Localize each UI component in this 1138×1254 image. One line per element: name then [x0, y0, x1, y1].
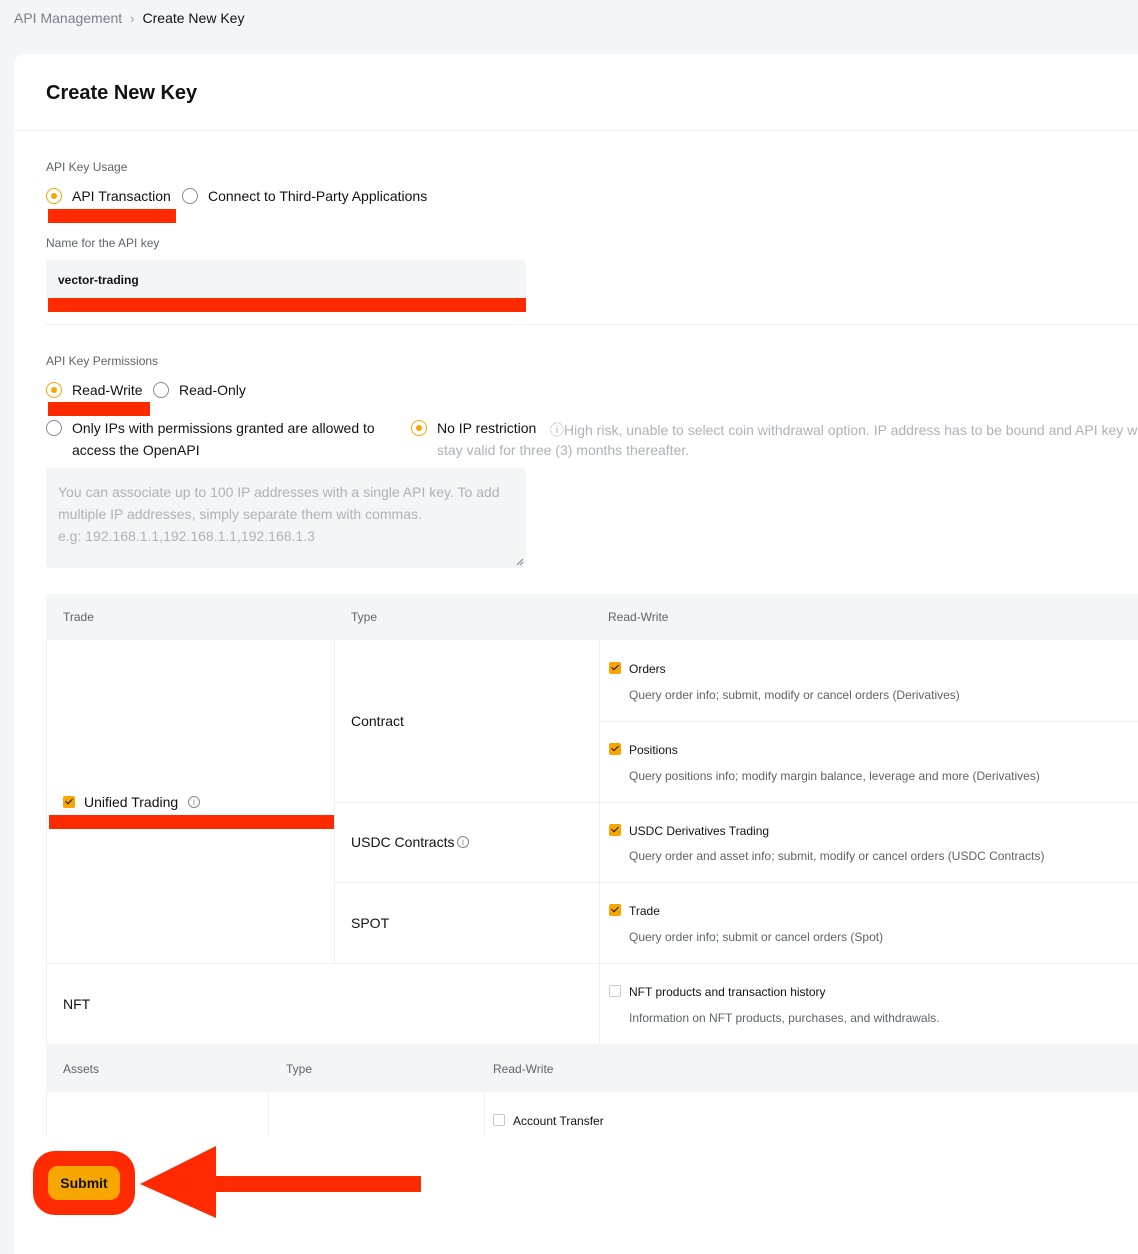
- ip-warning-text-line2: stay valid for three (3) months thereaft…: [437, 442, 690, 458]
- divider: [334, 802, 1138, 803]
- positions-title: Positions: [629, 743, 678, 757]
- type-contract: Contract: [351, 713, 404, 729]
- api-key-name-field[interactable]: [46, 260, 526, 302]
- orders-title: Orders: [629, 662, 666, 676]
- header-assets-type: Type: [286, 1062, 313, 1076]
- divider: [599, 640, 600, 1044]
- ip-restricted-label-line2[interactable]: access the OpenAPI: [72, 442, 200, 458]
- breadcrumb-current: Create New Key: [142, 10, 245, 26]
- orders-desc: Query order info; submit, modify or canc…: [629, 688, 960, 702]
- nft-desc: Information on NFT products, purchases, …: [629, 1011, 940, 1025]
- radio-read-write[interactable]: [46, 382, 62, 398]
- permissions-label: API Key Permissions: [46, 354, 159, 368]
- chevron-right-icon: ›: [130, 10, 135, 26]
- usdc-trading-checkbox[interactable]: [609, 824, 621, 836]
- divider: [268, 1092, 269, 1136]
- account-transfer-checkbox[interactable]: [493, 1114, 505, 1126]
- read-write-label[interactable]: Read-Write: [72, 382, 143, 398]
- nft-label: NFT: [63, 996, 91, 1012]
- third-party-label[interactable]: Connect to Third-Party Applications: [208, 188, 427, 204]
- account-transfer-title: Account Transfer: [513, 1114, 604, 1128]
- annotation-highlight: [49, 815, 334, 829]
- divider: [46, 640, 47, 1044]
- arrow-left-icon: [140, 1146, 421, 1218]
- nft-checkbox[interactable]: [609, 985, 621, 997]
- breadcrumb-api-management[interactable]: API Management: [14, 10, 122, 26]
- read-only-label[interactable]: Read-Only: [179, 382, 246, 398]
- ip-address-input[interactable]: [46, 468, 526, 568]
- trade-table-header: [46, 594, 1138, 640]
- radio-read-only[interactable]: [153, 382, 169, 398]
- annotation-highlight: [48, 402, 150, 416]
- annotation-highlight: [48, 298, 526, 312]
- create-key-card: Create New Key API Key Usage API Transac…: [14, 54, 1138, 1254]
- info-icon[interactable]: i: [188, 796, 200, 808]
- divider: [46, 1092, 47, 1136]
- radio-third-party[interactable]: [182, 188, 198, 204]
- usdc-trading-desc: Query order and asset info; submit, modi…: [629, 849, 1045, 863]
- ip-restricted-label-line1[interactable]: Only IPs with permissions granted are al…: [72, 420, 375, 436]
- header-trade: Trade: [63, 610, 94, 624]
- header-assets: Assets: [63, 1062, 100, 1076]
- radio-api-transaction[interactable]: [46, 188, 62, 204]
- divider: [46, 324, 1138, 325]
- submit-button[interactable]: Submit: [48, 1166, 120, 1200]
- no-ip-restriction-label[interactable]: No IP restriction: [437, 420, 536, 436]
- unified-trading-checkbox[interactable]: [63, 796, 75, 808]
- nft-title: NFT products and transaction history: [629, 985, 826, 999]
- type-spot: SPOT: [351, 915, 390, 931]
- divider: [46, 963, 1138, 964]
- orders-checkbox[interactable]: [609, 662, 621, 674]
- header-assets-read-write: Read-Write: [493, 1062, 554, 1076]
- page-title: Create New Key: [46, 82, 198, 104]
- radio-ip-restricted[interactable]: [46, 420, 62, 436]
- positions-desc: Query positions info; modify margin bala…: [629, 769, 1040, 783]
- header-read-write: Read-Write: [608, 610, 669, 624]
- annotation-highlight: [48, 209, 176, 223]
- api-transaction-label[interactable]: API Transaction: [72, 188, 171, 204]
- divider: [484, 1092, 485, 1136]
- spot-trade-checkbox[interactable]: [609, 904, 621, 916]
- type-usdc-contracts: USDC Contracts: [351, 834, 455, 850]
- ip-warning-text: ⓘHigh risk, unable to select coin withdr…: [550, 422, 1138, 438]
- unified-trading-label: Unified Trading: [84, 794, 179, 810]
- header-type: Type: [351, 610, 378, 624]
- assets-table-header: [46, 1044, 1138, 1092]
- ip-address-field[interactable]: [46, 468, 526, 568]
- radio-no-ip-restriction[interactable]: [411, 420, 427, 436]
- usage-label: API Key Usage: [46, 160, 128, 174]
- spot-trade-title: Trade: [629, 904, 660, 918]
- positions-checkbox[interactable]: [609, 743, 621, 755]
- breadcrumb: API Management › Create New Key: [14, 10, 244, 26]
- divider: [334, 882, 1138, 883]
- divider: [599, 721, 1138, 722]
- divider: [14, 130, 1138, 131]
- usdc-trading-title: USDC Derivatives Trading: [629, 824, 770, 838]
- name-label: Name for the API key: [46, 236, 160, 250]
- api-key-name-input[interactable]: [58, 273, 498, 287]
- spot-trade-desc: Query order info; submit or cancel order…: [629, 930, 884, 944]
- resize-grip-icon[interactable]: [516, 558, 524, 566]
- info-icon[interactable]: i: [457, 836, 469, 848]
